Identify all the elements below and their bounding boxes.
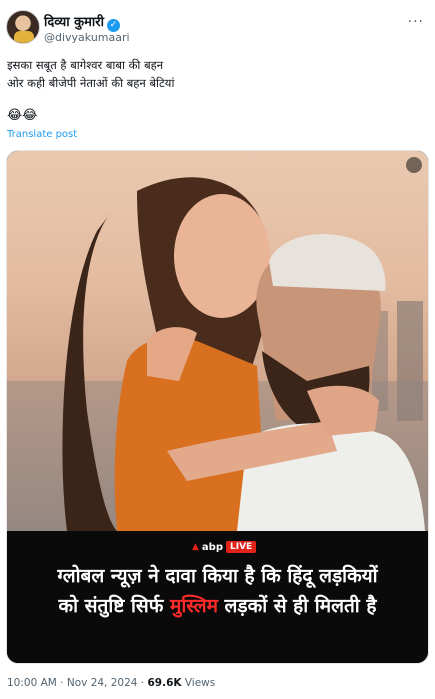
news-badge: ▲ abp LIVE [192, 539, 257, 555]
post-text: इसका सबूत है बागेश्वर बाबा की बहन ओर कही… [7, 56, 427, 92]
abp-logo-icon: ▲ [192, 542, 199, 552]
media-control-icon[interactable] [406, 157, 422, 173]
meta-separator: · [137, 677, 148, 689]
post-time[interactable]: 10:00 AM [7, 677, 57, 689]
abp-brand: abp [201, 541, 223, 553]
author-name[interactable]: दिव्या कुमारी ✓ [44, 12, 120, 32]
photo-illustration [7, 177, 428, 531]
post-text-line: ओर कही बीजेपी नेताओं की बहन बेटियां [7, 76, 175, 90]
headline-line-2-post: लड़कों से ही मिलती है [217, 595, 377, 617]
more-options-icon[interactable]: ··· [408, 14, 424, 30]
live-badge: LIVE [226, 541, 257, 553]
photo [7, 151, 428, 531]
avatar[interactable] [6, 10, 40, 44]
post-header: दिव्या कुमारी ✓ @divyakumaari ··· [6, 10, 430, 50]
headline-line-1: ग्लोबल न्यूज़ ने दावा किया है कि हिंदू ल… [57, 565, 378, 587]
post-text-line: इसका सबूत है बागेश्वर बाबा की बहन [7, 58, 164, 72]
views-count: 69.6K [147, 677, 182, 689]
translate-post-link[interactable]: Translate post [7, 129, 77, 140]
post-emojis: 😂😂 [7, 108, 38, 123]
views-label: Views [181, 677, 216, 689]
meta-separator: · [56, 677, 67, 689]
post-media-image[interactable]: ▲ abp LIVE ग्लोबल न्यूज़ ने दावा किया है… [6, 150, 429, 664]
headline-highlight: मुस्लिम [170, 595, 218, 617]
headline-line-2: को संतुष्टि सिर्फ मुस्लिम लड़कों से ही म… [7, 591, 428, 621]
headline-line-2-pre: को संतुष्टि सिर्फ [58, 595, 171, 617]
author-display-name[interactable]: दिव्या कुमारी [44, 15, 104, 30]
post-date[interactable]: Nov 24, 2024 [67, 677, 138, 689]
author-handle[interactable]: @divyakumaari [44, 31, 130, 44]
news-headline: ग्लोबल न्यूज़ ने दावा किया है कि हिंदू ल… [7, 561, 428, 621]
post-meta: 10:00 AM · Nov 24, 2024 · 69.6K Views [7, 677, 215, 689]
